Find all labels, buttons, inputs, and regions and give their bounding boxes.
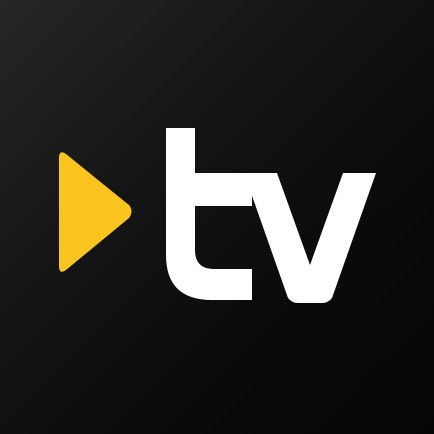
- app-icon[interactable]: [0, 0, 434, 434]
- tv-wordmark: [166, 128, 376, 303]
- letter-t-stem: [166, 128, 252, 300]
- play-triangle-icon: [59, 152, 132, 272]
- letter-v: [244, 173, 376, 303]
- letter-t-crossbar: [166, 173, 252, 206]
- tv-logo: [59, 128, 376, 303]
